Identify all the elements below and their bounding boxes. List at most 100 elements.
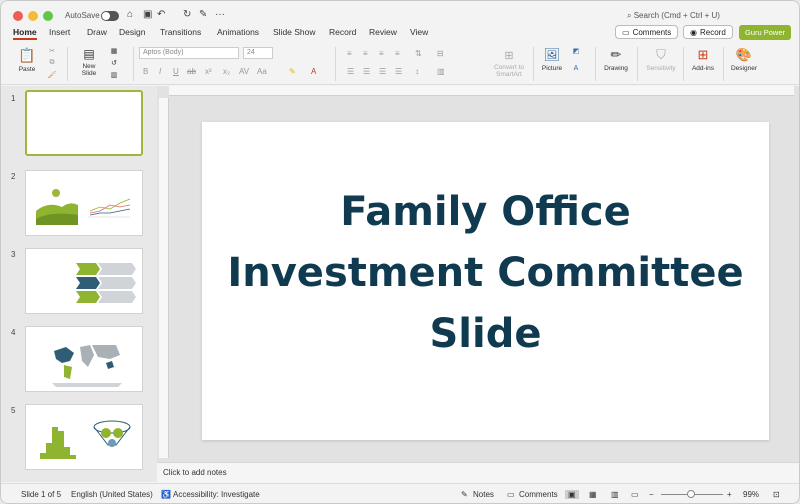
subscript-icon[interactable]: x₂	[223, 67, 230, 76]
fit-slide-icon[interactable]: ⊡	[773, 490, 780, 499]
tab-design[interactable]: Design	[119, 27, 145, 37]
align-left-icon[interactable]: ≡	[347, 49, 352, 58]
decrease-indent-icon[interactable]: ☰	[379, 67, 386, 76]
normal-view-icon[interactable]: ▣	[565, 490, 579, 499]
format-brush-icon[interactable]: 🖌	[45, 71, 59, 79]
horizontal-ruler[interactable]	[169, 86, 794, 96]
vertical-scrollbar[interactable]	[789, 98, 797, 448]
notes-toggle-button[interactable]: Notes	[473, 490, 494, 499]
slide-title-textbox[interactable]: Family Office Investment Committee Slide	[202, 182, 769, 365]
ribbon-tabs: Home Insert Draw Design Transitions Anim…	[1, 25, 799, 41]
reset-icon[interactable]: ↺	[107, 59, 121, 67]
copy-icon[interactable]: ⧉	[45, 59, 59, 67]
cut-icon[interactable]: ✂	[45, 47, 59, 55]
justify-icon[interactable]: ≡	[395, 49, 400, 58]
comments-toggle-button[interactable]: Comments	[519, 490, 558, 499]
autosave-toggle[interactable]	[101, 11, 119, 21]
bold-icon[interactable]: B	[143, 67, 148, 76]
drawing-label: Drawing	[604, 65, 628, 72]
superscript-icon[interactable]: x²	[205, 67, 212, 76]
tab-slide-show[interactable]: Slide Show	[273, 27, 316, 37]
ribbon-toolbar: 📋 Paste ✂ ⧉ 🖌 ▤ New Slide ▦ ↺ ▥ ⊞ Conver…	[1, 43, 799, 85]
slide-thumbnail-1[interactable]	[25, 90, 143, 156]
zoom-slider-handle[interactable]	[687, 490, 695, 498]
increase-indent-icon[interactable]: ☰	[395, 67, 402, 76]
character-spacing-icon[interactable]: AV	[239, 67, 249, 76]
numbering-icon[interactable]: ☰	[363, 67, 370, 76]
close-window-button[interactable]	[13, 11, 23, 21]
minimize-window-button[interactable]	[28, 11, 38, 21]
slide-thumbnail-2[interactable]	[25, 170, 143, 236]
picture-button[interactable]: 🖼 Picture	[539, 47, 565, 72]
format-painter-icon[interactable]: ✎	[199, 9, 207, 20]
font-name-select[interactable]: Aptos (Body)	[139, 47, 239, 59]
new-slide-button[interactable]: ▤ New Slide	[75, 47, 103, 77]
zoom-in-icon[interactable]: +	[727, 490, 732, 499]
tab-view[interactable]: View	[410, 27, 428, 37]
slide-thumbnail-4[interactable]	[25, 326, 143, 392]
underline-icon[interactable]: U	[173, 67, 179, 76]
save-icon[interactable]: ▣	[143, 9, 152, 20]
convert-smartart-button[interactable]: ⊞ Convert to SmartArt	[489, 49, 529, 78]
align-text-icon[interactable]: ⊟	[437, 49, 444, 58]
text-direction-icon[interactable]: ⇅	[415, 49, 422, 58]
comments-button[interactable]: ▭ Comments	[615, 25, 679, 39]
tab-record[interactable]: Record	[329, 27, 356, 37]
ribbon-divider	[595, 47, 596, 81]
designer-button[interactable]: 🎨 Designer	[729, 47, 759, 72]
notes-pane[interactable]: Click to add notes	[157, 462, 799, 482]
line-spacing-icon[interactable]: ↕	[415, 67, 419, 76]
highlight-icon[interactable]: ✎	[289, 67, 296, 76]
change-case-icon[interactable]: Aa	[257, 67, 267, 76]
slide-thumbnail-3[interactable]	[25, 248, 143, 314]
columns-icon[interactable]: ▥	[437, 67, 445, 76]
section-icon[interactable]: ▥	[107, 71, 121, 79]
slideshow-icon[interactable]: ▭	[631, 490, 639, 499]
slide-thumbnail-5[interactable]	[25, 404, 143, 470]
powerpoint-window: AutoSave ⌂ ▣ ↶ ↻ ✎ ··· ⌕ Search (Cmd + C…	[0, 0, 800, 504]
current-slide[interactable]: Family Office Investment Committee Slide	[202, 122, 769, 440]
textbox-icon[interactable]: A	[569, 65, 583, 72]
record-button[interactable]: ◉ Record	[683, 25, 733, 39]
tab-draw[interactable]: Draw	[87, 27, 107, 37]
align-center-icon[interactable]: ≡	[363, 49, 368, 58]
strikethrough-icon[interactable]: ab	[187, 67, 196, 76]
drawing-button[interactable]: ✏ Drawing	[601, 47, 631, 72]
home-icon[interactable]: ⌂	[127, 9, 133, 20]
ribbon-divider	[335, 47, 336, 81]
ribbon-divider	[67, 47, 68, 81]
tab-home[interactable]: Home	[13, 27, 37, 37]
font-size-select[interactable]: 24	[243, 47, 273, 59]
picture-label: Picture	[541, 65, 563, 72]
more-icon[interactable]: ···	[215, 9, 225, 20]
reading-view-icon[interactable]: ▥	[611, 490, 619, 499]
zoom-level[interactable]: 99%	[743, 490, 759, 499]
sensitivity-button[interactable]: ⛉ Sensitivity	[643, 47, 679, 72]
search-field[interactable]: ⌕ Search (Cmd + Ctrl + U)	[627, 11, 720, 21]
font-color-icon[interactable]: A	[311, 67, 316, 76]
redo-icon[interactable]: ↻	[183, 9, 191, 20]
tab-review[interactable]: Review	[369, 27, 397, 37]
tab-insert[interactable]: Insert	[49, 27, 70, 37]
layout-icon[interactable]: ▦	[107, 47, 121, 55]
guru-power-button[interactable]: Guru Power	[739, 25, 791, 40]
tab-animations[interactable]: Animations	[217, 27, 259, 37]
slide-sorter-icon[interactable]: ▦	[589, 490, 597, 499]
add-ins-button[interactable]: ⊞ Add-ins	[689, 47, 717, 72]
zoom-out-icon[interactable]: −	[649, 490, 654, 499]
align-right-icon[interactable]: ≡	[379, 49, 384, 58]
zoom-window-button[interactable]	[43, 11, 53, 21]
tab-transitions[interactable]: Transitions	[160, 27, 201, 37]
paste-button[interactable]: 📋 Paste	[13, 47, 41, 73]
new-slide-icon: ▤	[83, 47, 95, 61]
italic-icon[interactable]: I	[159, 67, 161, 76]
record-icon: ◉	[690, 27, 697, 37]
shapes-icon[interactable]: ◩	[569, 47, 583, 55]
undo-icon[interactable]: ↶	[157, 9, 165, 20]
language-status[interactable]: English (United States)	[71, 490, 153, 499]
vertical-ruler[interactable]	[159, 98, 169, 458]
notes-icon: ✎	[461, 490, 468, 499]
accessibility-status[interactable]: Accessibility: Investigate	[173, 490, 260, 499]
bullets-icon[interactable]: ☰	[347, 67, 354, 76]
clipboard-icon: 📋	[18, 47, 36, 63]
